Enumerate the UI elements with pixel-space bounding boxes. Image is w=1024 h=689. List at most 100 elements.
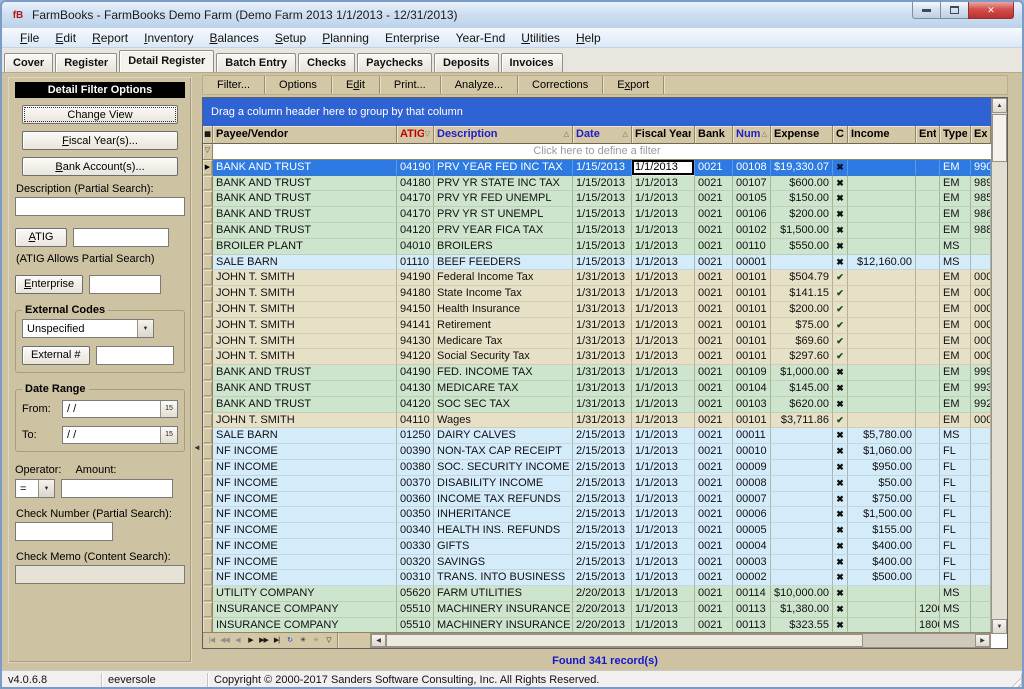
column-header-fy[interactable]: Fiscal Year	[632, 126, 695, 144]
column-header-clr[interactable]: Clr	[833, 126, 848, 144]
atig-button[interactable]: ATIG	[15, 228, 67, 247]
table-row[interactable]: ▶BANK AND TRUST04190PRV YEAR FED INC TAX…	[203, 160, 991, 176]
column-header-income[interactable]: Income	[848, 126, 916, 144]
sidebar-collapse-handle[interactable]: ◄	[193, 443, 201, 452]
table-row[interactable]: JOHN T. SMITH94180State Income Tax1/31/2…	[203, 286, 991, 302]
scroll-up-button[interactable]: ▲	[992, 98, 1007, 113]
date-from-input[interactable]: / / 15	[62, 400, 178, 418]
column-header-payee[interactable]: Payee/Vendor	[213, 126, 397, 144]
toolbar-analyze--button[interactable]: Analyze...	[441, 76, 518, 94]
column-header-ent[interactable]: Ent	[916, 126, 940, 144]
description-search-input[interactable]	[15, 197, 185, 216]
table-row[interactable]: NF INCOME00380SOC. SECURITY INCOME2/15/2…	[203, 460, 991, 476]
enterprise-input[interactable]	[89, 275, 161, 294]
menu-file[interactable]: File	[12, 30, 47, 46]
column-header-ext[interactable]: Ext	[971, 126, 991, 144]
check-memo-input[interactable]	[15, 565, 185, 584]
chevron-down-icon[interactable]: ▼	[137, 320, 153, 337]
tab-register[interactable]: Register	[55, 53, 117, 72]
column-filter-icon[interactable]: ▽	[425, 130, 430, 138]
calendar-icon[interactable]: 15	[160, 427, 177, 443]
bank-accounts-button[interactable]: Bank Account(s)...	[22, 157, 178, 176]
tab-detail-register[interactable]: Detail Register	[119, 50, 214, 72]
external-codes-select[interactable]: Unspecified ▼	[22, 319, 154, 338]
table-row[interactable]: SALE BARN01250DAIRY CALVES2/15/20131/1/2…	[203, 428, 991, 444]
title-bar[interactable]: fB FarmBooks - FarmBooks Demo Farm (Demo…	[2, 2, 1022, 28]
column-header-desc[interactable]: Description△	[434, 126, 573, 144]
toolbar-corrections-button[interactable]: Corrections	[518, 76, 603, 94]
menu-help[interactable]: Help	[568, 30, 609, 46]
operator-select[interactable]: = ▼	[15, 479, 55, 498]
last-record-icon[interactable]: ▶|	[270, 634, 283, 648]
toolbar-filter--button[interactable]: Filter...	[203, 76, 265, 94]
horizontal-scroll-track[interactable]	[863, 634, 975, 647]
vertical-scrollbar[interactable]: ▲ ▼	[991, 98, 1007, 634]
table-row[interactable]: BANK AND TRUST04120PRV YEAR FICA TAX1/15…	[203, 223, 991, 239]
column-header-type[interactable]: Type	[940, 126, 971, 144]
table-row[interactable]: INSURANCE COMPANY05510MACHINERY INSURANC…	[203, 618, 991, 632]
refresh-icon[interactable]: ↻	[283, 634, 296, 648]
atig-input[interactable]	[73, 228, 169, 247]
fiscal-years-button[interactable]: Fiscal Year(s)...	[22, 131, 178, 150]
check-number-input[interactable]	[15, 522, 113, 541]
change-view-button[interactable]: Change View	[22, 105, 178, 124]
table-row[interactable]: UTILITY COMPANY05620FARM UTILITIES2/20/2…	[203, 586, 991, 602]
toolbar-edit-button[interactable]: Edit	[332, 76, 380, 94]
tab-cover[interactable]: Cover	[4, 53, 53, 72]
maximize-button[interactable]	[941, 2, 968, 19]
table-row[interactable]: NF INCOME00370DISABILITY INCOME2/15/2013…	[203, 476, 991, 492]
tab-paychecks[interactable]: Paychecks	[357, 53, 432, 72]
minimize-button[interactable]	[912, 2, 941, 19]
table-row[interactable]: NF INCOME00330GIFTS2/15/20131/1/20130021…	[203, 539, 991, 555]
table-row[interactable]: NF INCOME00340HEALTH INS. REFUNDS2/15/20…	[203, 523, 991, 539]
column-header-date[interactable]: Date△	[573, 126, 632, 144]
table-row[interactable]: BANK AND TRUST04180PRV YR STATE INC TAX1…	[203, 176, 991, 192]
toolbar-export-button[interactable]: Export	[603, 76, 664, 94]
horizontal-scroll-thumb[interactable]	[386, 634, 863, 647]
calendar-icon[interactable]: 15	[160, 401, 177, 417]
tab-batch-entry[interactable]: Batch Entry	[216, 53, 296, 72]
date-to-input[interactable]: / / 15	[62, 426, 178, 444]
horizontal-scrollbar[interactable]: ◀ ▶	[370, 633, 991, 648]
menu-report[interactable]: Report	[84, 30, 136, 46]
enterprise-button[interactable]: Enterprise	[15, 275, 83, 294]
table-row[interactable]: NF INCOME00350INHERITANCE2/15/20131/1/20…	[203, 507, 991, 523]
scroll-right-button[interactable]: ▶	[975, 634, 990, 647]
set-bookmark-icon[interactable]: ✳	[296, 634, 309, 648]
table-row[interactable]: SALE BARN01110BEEF FEEDERS1/15/20131/1/2…	[203, 255, 991, 271]
group-by-band[interactable]: Drag a column header here to group by th…	[203, 98, 991, 126]
tab-deposits[interactable]: Deposits	[434, 53, 498, 72]
chevron-down-icon[interactable]: ▼	[38, 480, 54, 497]
table-row[interactable]: JOHN T. SMITH94120Social Security Tax1/3…	[203, 349, 991, 365]
table-row[interactable]: NF INCOME00310TRANS. INTO BUSINESS2/15/2…	[203, 570, 991, 586]
tab-invoices[interactable]: Invoices	[501, 53, 563, 72]
toolbar-print--button[interactable]: Print...	[380, 76, 441, 94]
column-header-bank[interactable]: Bank	[695, 126, 733, 144]
menu-edit[interactable]: Edit	[47, 30, 84, 46]
amount-input[interactable]	[61, 479, 173, 498]
next-page-icon[interactable]: ▶▶	[257, 634, 270, 648]
next-record-icon[interactable]: ▶	[244, 634, 257, 648]
menu-planning[interactable]: Planning	[314, 30, 377, 46]
menu-setup[interactable]: Setup	[267, 30, 314, 46]
table-row[interactable]: JOHN T. SMITH94150Health Insurance1/31/2…	[203, 302, 991, 318]
tab-checks[interactable]: Checks	[298, 53, 355, 72]
external-number-input[interactable]	[96, 346, 174, 365]
table-row[interactable]: NF INCOME00360INCOME TAX REFUNDS2/15/201…	[203, 492, 991, 508]
menu-utilities[interactable]: Utilities	[513, 30, 568, 46]
scroll-left-button[interactable]: ◀	[371, 634, 386, 647]
menu-enterprise[interactable]: Enterprise	[377, 30, 448, 46]
table-row[interactable]: NF INCOME00320SAVINGS2/15/20131/1/201300…	[203, 555, 991, 571]
menu-year-end[interactable]: Year-End	[448, 30, 514, 46]
external-number-button[interactable]: External #	[22, 346, 90, 365]
table-row[interactable]: BANK AND TRUST04130MEDICARE TAX1/31/2013…	[203, 381, 991, 397]
grid-filter-row[interactable]: ▽ Click here to define a filter	[203, 144, 991, 160]
define-filter-hint[interactable]: Click here to define a filter	[203, 144, 991, 159]
table-row[interactable]: BANK AND TRUST04190FED. INCOME TAX1/31/2…	[203, 365, 991, 381]
table-row[interactable]: BANK AND TRUST04170PRV YR ST UNEMPL1/15/…	[203, 207, 991, 223]
column-header-atig[interactable]: ATIG▽	[397, 126, 434, 144]
vertical-scroll-thumb[interactable]	[992, 114, 1007, 162]
table-row[interactable]: BANK AND TRUST04170PRV YR FED UNEMPL1/15…	[203, 191, 991, 207]
menu-inventory[interactable]: Inventory	[136, 30, 201, 46]
table-row[interactable]: NF INCOME00390NON-TAX CAP RECEIPT2/15/20…	[203, 444, 991, 460]
